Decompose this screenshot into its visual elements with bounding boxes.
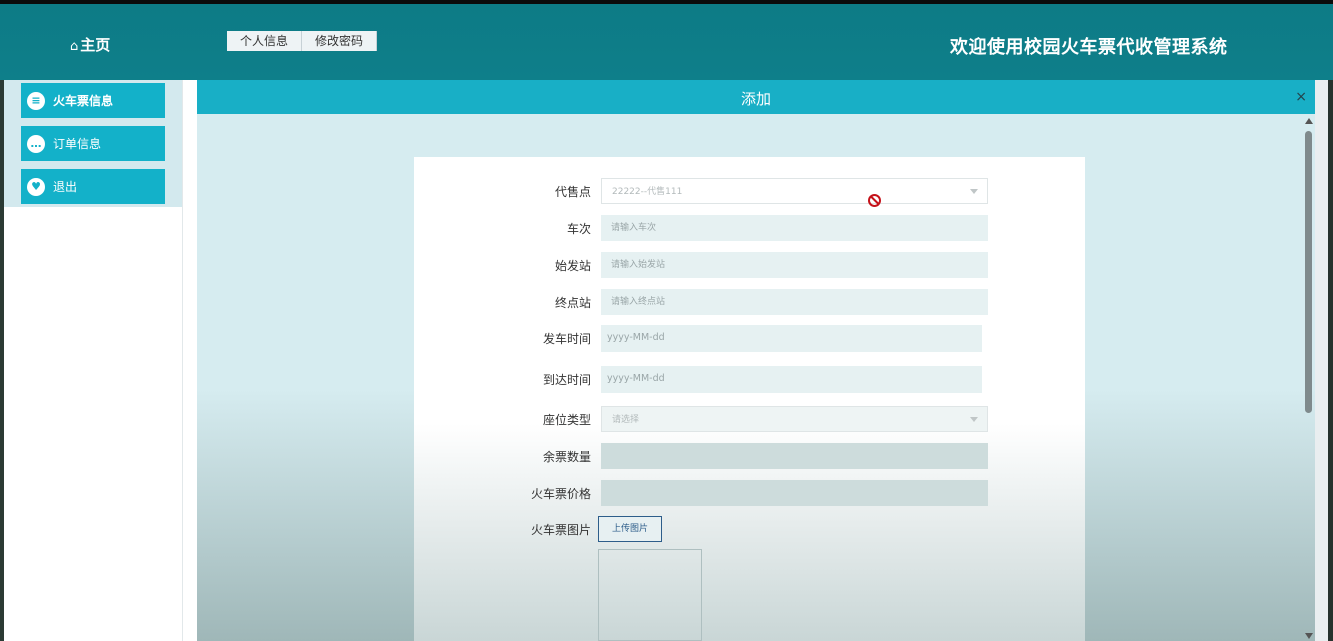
sidebar-item-logout[interactable]: ♥ 退出	[21, 169, 165, 204]
agent-point-value: 22222--代售111	[612, 187, 683, 197]
image-label: 火车票图片	[530, 523, 591, 537]
remaining-label: 余票数量	[542, 450, 591, 464]
seat-type-label: 座位类型	[542, 413, 591, 427]
scroll-up-icon[interactable]	[1305, 118, 1313, 124]
image-preview	[598, 549, 702, 641]
form-row-seat-type: 座位类型 请选择	[414, 406, 1085, 432]
not-allowed-cursor-icon	[868, 194, 881, 207]
right-edge	[1315, 80, 1333, 641]
destination-label: 终点站	[554, 296, 591, 310]
heart-icon: ♥	[27, 177, 45, 196]
form-row-train-no: 车次 请输入车次	[414, 215, 1085, 241]
seat-type-placeholder: 请选择	[612, 415, 640, 425]
chat-icon: …	[27, 134, 45, 153]
destination-input[interactable]: 请输入终点站	[601, 289, 988, 315]
dialog-scrollbar[interactable]	[1302, 116, 1315, 641]
price-input[interactable]	[601, 480, 988, 506]
home-label: 主页	[80, 36, 111, 54]
arrive-time-label: 到达时间	[542, 373, 591, 387]
depart-time-input[interactable]: yyyy-MM-dd	[601, 325, 982, 352]
origin-label: 始发站	[554, 259, 591, 273]
sidebar-item-ticket-info[interactable]: ≡ 火车票信息	[21, 83, 165, 118]
dialog-title: 添加	[740, 90, 771, 108]
form-row-price: 火车票价格	[414, 480, 1085, 506]
form-row-destination: 终点站 请输入终点站	[414, 289, 1085, 315]
scroll-thumb[interactable]	[1305, 131, 1312, 413]
agent-point-select[interactable]: 22222--代售111	[601, 178, 988, 204]
sidebar-item-order-info[interactable]: … 订单信息	[21, 126, 165, 161]
sidebar-item-label: 退出	[53, 180, 78, 194]
dialog-header: 添加 ×	[197, 80, 1315, 114]
form-row-remaining: 余票数量	[414, 443, 1085, 469]
home-link[interactable]: ⌂ 主页	[70, 34, 110, 55]
tab-personal-info[interactable]: 个人信息	[227, 31, 303, 51]
arrive-time-input[interactable]: yyyy-MM-dd	[601, 366, 982, 393]
close-icon[interactable]: ×	[1295, 89, 1307, 105]
home-icon: ⌂	[70, 39, 79, 54]
form-row-arrive-time: 到达时间 yyyy-MM-dd	[414, 366, 1085, 393]
top-header: ⌂ 主页 个人信息 修改密码 欢迎使用校园火车票代收管理系统	[0, 0, 1333, 80]
sidebar-item-label: 订单信息	[53, 137, 102, 151]
add-dialog: 添加 × 代售点 22222--代售111 车次 请输入车次 始发站 请输入始发…	[197, 80, 1315, 641]
origin-input[interactable]: 请输入始发站	[601, 252, 988, 278]
price-label: 火车票价格	[530, 487, 591, 501]
depart-time-label: 发车时间	[542, 332, 591, 346]
form-row-agent-point: 代售点 22222--代售111	[414, 178, 1085, 204]
sidebar: ≡ 火车票信息 … 订单信息 ♥ 退出	[4, 80, 182, 207]
sidebar-item-label: 火车票信息	[53, 94, 114, 108]
scroll-down-icon[interactable]	[1305, 633, 1313, 639]
list-icon: ≡	[27, 91, 45, 110]
right-strip	[1328, 80, 1333, 641]
header-tabs: 个人信息 修改密码	[227, 31, 378, 51]
form-row-origin: 始发站 请输入始发站	[414, 252, 1085, 278]
sidebar-background	[4, 207, 182, 641]
seat-type-select[interactable]: 请选择	[601, 406, 988, 432]
tab-change-password[interactable]: 修改密码	[302, 31, 378, 51]
form-row-depart-time: 发车时间 yyyy-MM-dd	[414, 325, 1085, 352]
remaining-input[interactable]	[601, 443, 988, 469]
train-no-input[interactable]: 请输入车次	[601, 215, 988, 241]
form-row-image: 火车票图片	[414, 516, 1085, 542]
upload-image-button[interactable]: 上传图片	[598, 516, 662, 542]
add-form: 代售点 22222--代售111 车次 请输入车次 始发站 请输入始发站 终点站…	[414, 157, 1085, 641]
sidebar-divider	[182, 80, 183, 641]
train-no-label: 车次	[566, 222, 591, 236]
chevron-down-icon	[970, 417, 978, 422]
agent-point-label: 代售点	[554, 185, 591, 199]
system-title: 欢迎使用校园火车票代收管理系统	[950, 37, 1228, 58]
chevron-down-icon	[970, 189, 978, 194]
